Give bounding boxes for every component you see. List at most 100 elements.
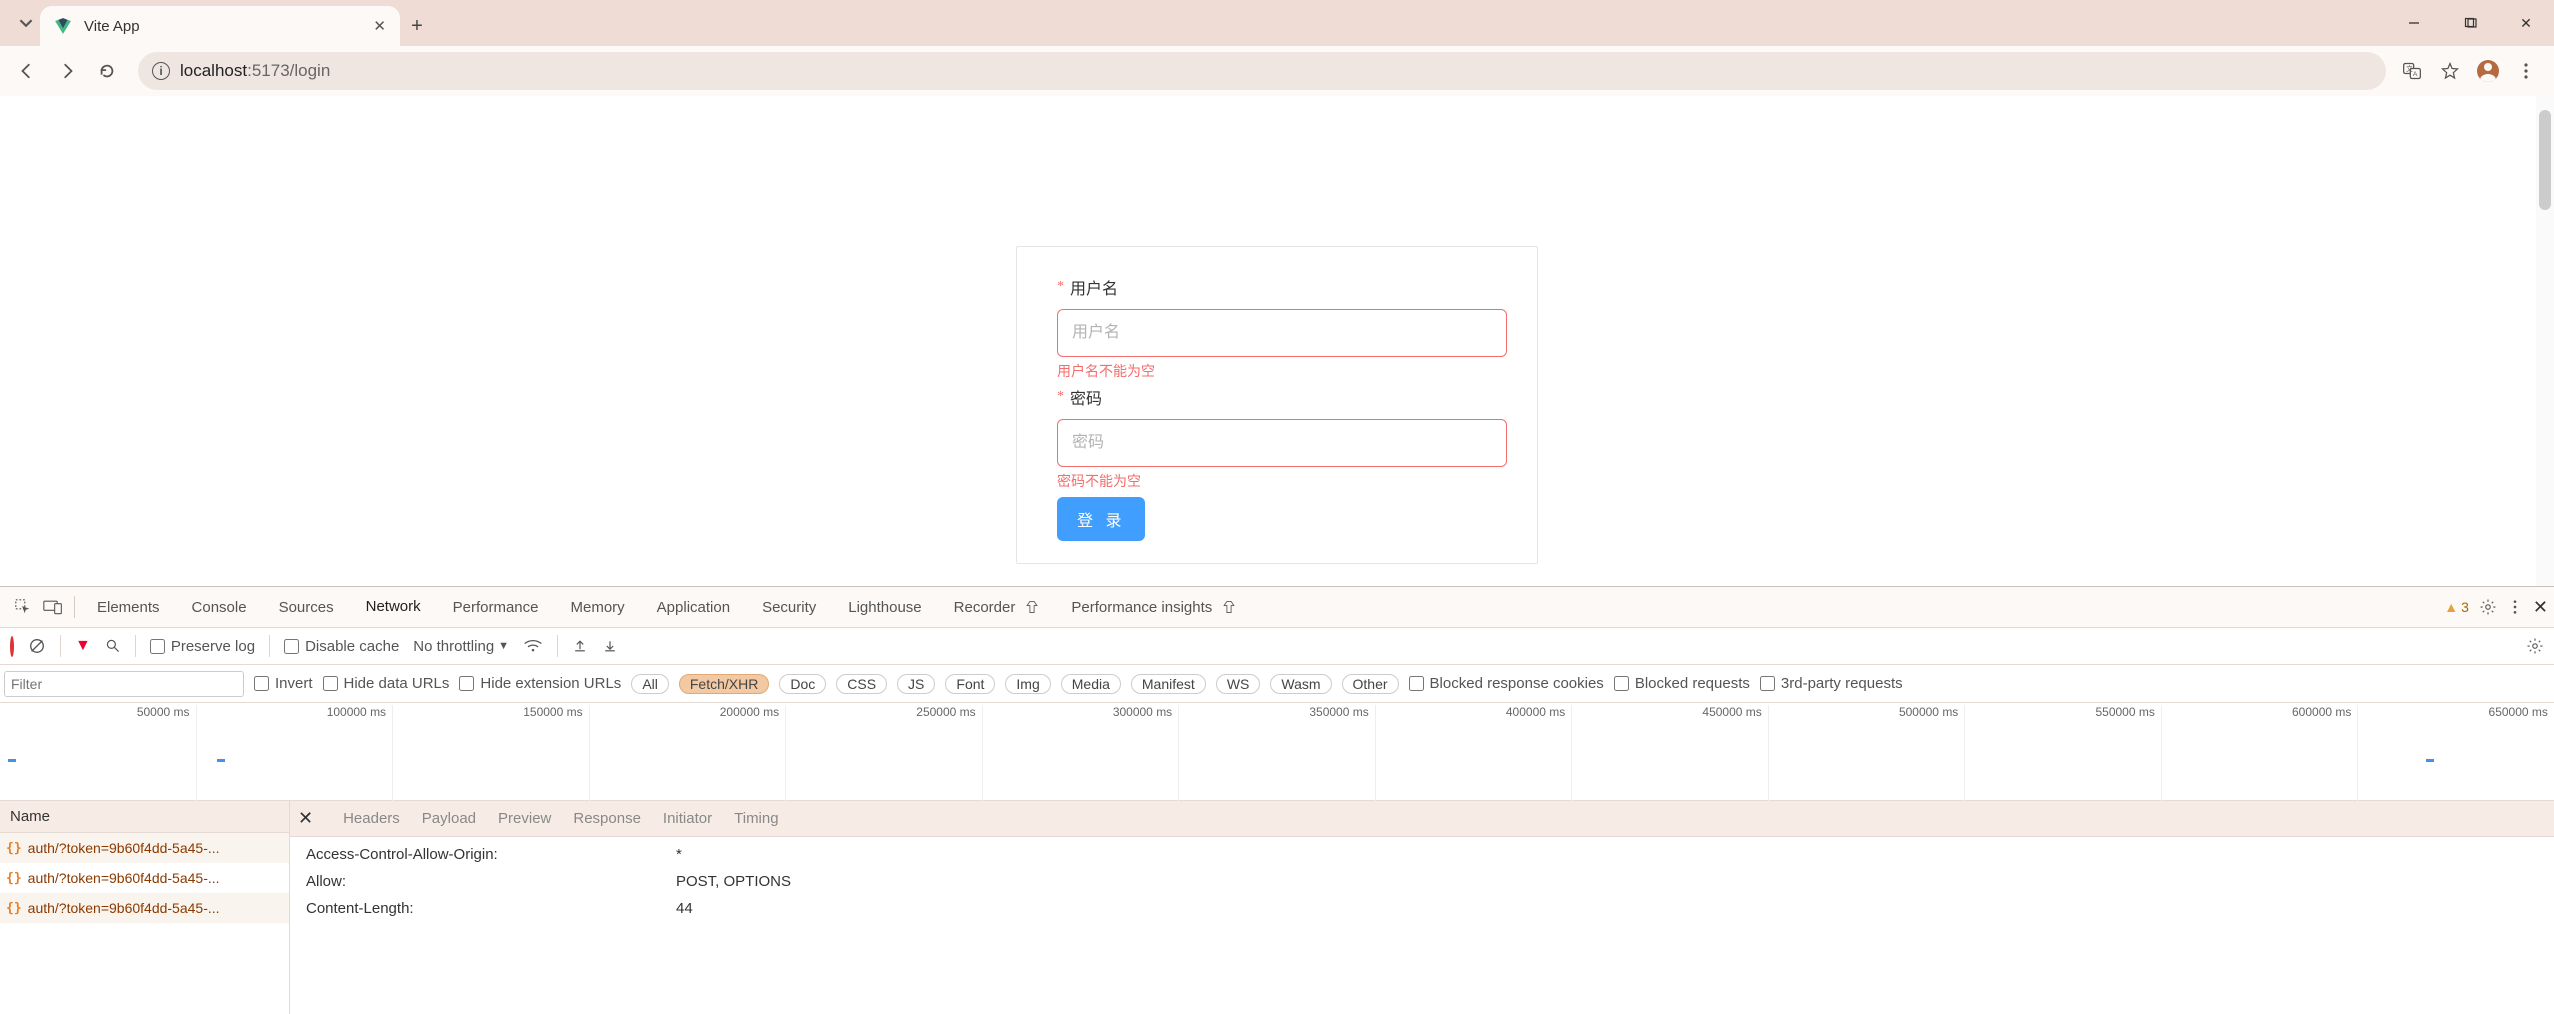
blocked-cookies-checkbox[interactable]: Blocked response cookies xyxy=(1409,675,1604,692)
bookmark-star-icon[interactable] xyxy=(2438,59,2462,83)
devtools-more-icon[interactable] xyxy=(2507,599,2523,615)
type-pill-js[interactable]: JS xyxy=(897,674,935,694)
window-controls: ✕ xyxy=(2386,0,2554,46)
detail-tab-initiator[interactable]: Initiator xyxy=(663,810,712,827)
maximize-button[interactable] xyxy=(2442,0,2498,46)
hide-data-urls-checkbox[interactable]: Hide data URLs xyxy=(323,675,450,692)
throttling-select[interactable]: No throttling ▼ xyxy=(413,638,509,655)
username-label: *用户名 xyxy=(1057,275,1497,299)
address-bar[interactable]: i localhost:5173/login xyxy=(138,52,2386,90)
type-pill-manifest[interactable]: Manifest xyxy=(1131,674,1206,694)
filter-toggle-icon[interactable]: ▼ xyxy=(75,637,91,655)
json-icon: {} xyxy=(6,901,22,916)
filter-input[interactable] xyxy=(4,671,244,697)
devtools-panel: Elements Console Sources Network Perform… xyxy=(0,586,2554,1014)
devtools-tab-network[interactable]: Network xyxy=(350,587,437,627)
type-pill-css[interactable]: CSS xyxy=(836,674,887,694)
tab-title: Vite App xyxy=(84,18,361,35)
detail-tab-payload[interactable]: Payload xyxy=(422,810,476,827)
warnings-count[interactable]: ▲3 xyxy=(2444,599,2469,615)
login-button[interactable]: 登 录 xyxy=(1057,497,1145,541)
type-pill-fetch-xhr[interactable]: Fetch/XHR xyxy=(679,674,769,694)
type-pill-all[interactable]: All xyxy=(631,674,669,694)
hide-extension-urls-checkbox[interactable]: Hide extension URLs xyxy=(459,675,621,692)
new-tab-button[interactable]: + xyxy=(400,6,434,46)
inspect-icon[interactable] xyxy=(8,592,38,622)
json-icon: {} xyxy=(6,841,22,856)
json-icon: {} xyxy=(6,871,22,886)
reload-button[interactable] xyxy=(90,54,124,88)
browser-toolbar: i localhost:5173/login 文A xyxy=(0,46,2554,96)
detail-tabs: ✕ Headers Payload Preview Response Initi… xyxy=(290,801,2554,837)
request-list: Name {}auth/?token=9b60f4dd-5a45-... {}a… xyxy=(0,801,290,1014)
device-toggle-icon[interactable] xyxy=(38,592,68,622)
site-info-icon[interactable]: i xyxy=(152,62,170,80)
devtools-close-icon[interactable]: ✕ xyxy=(2533,597,2548,618)
request-row[interactable]: {}auth/?token=9b60f4dd-5a45-... xyxy=(0,863,289,893)
back-button[interactable] xyxy=(10,54,44,88)
browser-tabstrip: Vite App ✕ + ✕ xyxy=(0,0,2554,46)
detail-tab-headers[interactable]: Headers xyxy=(343,810,400,827)
header-line: Content-Length:44 xyxy=(290,895,2554,922)
request-list-header[interactable]: Name xyxy=(0,801,289,833)
close-window-button[interactable]: ✕ xyxy=(2498,0,2554,46)
detail-tab-response[interactable]: Response xyxy=(573,810,641,827)
devtools-tab-console[interactable]: Console xyxy=(176,587,263,627)
password-label: *密码 xyxy=(1057,385,1497,409)
profile-avatar-icon[interactable] xyxy=(2476,59,2500,83)
browser-menu-icon[interactable] xyxy=(2514,59,2538,83)
type-pill-wasm[interactable]: Wasm xyxy=(1270,674,1331,694)
devtools-tab-application[interactable]: Application xyxy=(641,587,746,627)
login-card: *用户名 用户名不能为空 *密码 密码不能为空 登 录 xyxy=(1016,246,1538,564)
timeline-mark xyxy=(217,759,225,762)
type-pill-doc[interactable]: Doc xyxy=(779,674,826,694)
record-button[interactable] xyxy=(10,638,14,655)
network-toolbar: ▼ Preserve log Disable cache No throttli… xyxy=(0,627,2554,665)
devtools-tab-security[interactable]: Security xyxy=(746,587,832,627)
translate-icon[interactable]: 文A xyxy=(2400,59,2424,83)
devtools-tab-performance-insights[interactable]: Performance insights xyxy=(1055,587,1252,627)
disable-cache-checkbox[interactable]: Disable cache xyxy=(284,638,399,655)
third-party-checkbox[interactable]: 3rd-party requests xyxy=(1760,675,1903,692)
type-pill-img[interactable]: Img xyxy=(1005,674,1050,694)
devtools-settings-icon[interactable] xyxy=(2479,598,2497,616)
page-scrollbar[interactable] xyxy=(2536,96,2554,586)
type-pill-ws[interactable]: WS xyxy=(1216,674,1261,694)
browser-tab[interactable]: Vite App ✕ xyxy=(40,6,400,46)
header-line: Access-Control-Allow-Origin:* xyxy=(290,841,2554,868)
password-input[interactable] xyxy=(1057,419,1507,467)
devtools-tab-elements[interactable]: Elements xyxy=(81,587,176,627)
devtools-tab-recorder[interactable]: Recorder xyxy=(938,587,1056,627)
devtools-tab-memory[interactable]: Memory xyxy=(555,587,641,627)
search-icon[interactable] xyxy=(105,638,121,654)
preserve-log-checkbox[interactable]: Preserve log xyxy=(150,638,255,655)
type-pill-other[interactable]: Other xyxy=(1342,674,1399,694)
close-detail-icon[interactable]: ✕ xyxy=(298,808,313,829)
detail-tab-timing[interactable]: Timing xyxy=(734,810,778,827)
request-row[interactable]: {}auth/?token=9b60f4dd-5a45-... xyxy=(0,893,289,923)
clear-button[interactable] xyxy=(28,637,46,655)
password-error: 密码不能为空 xyxy=(1057,471,1497,491)
devtools-tab-performance[interactable]: Performance xyxy=(437,587,555,627)
type-pill-media[interactable]: Media xyxy=(1061,674,1121,694)
forward-button[interactable] xyxy=(50,54,84,88)
detail-tab-preview[interactable]: Preview xyxy=(498,810,551,827)
download-har-icon[interactable] xyxy=(602,638,618,654)
network-timeline[interactable]: 50000 ms 100000 ms 150000 ms 200000 ms 2… xyxy=(0,703,2554,801)
username-input[interactable] xyxy=(1057,309,1507,357)
minimize-button[interactable] xyxy=(2386,0,2442,46)
blocked-requests-checkbox[interactable]: Blocked requests xyxy=(1614,675,1750,692)
type-pill-font[interactable]: Font xyxy=(945,674,995,694)
close-tab-icon[interactable]: ✕ xyxy=(373,17,386,35)
devtools-tab-lighthouse[interactable]: Lighthouse xyxy=(832,587,937,627)
invert-checkbox[interactable]: Invert xyxy=(254,675,313,692)
upload-har-icon[interactable] xyxy=(572,638,588,654)
request-row[interactable]: {}auth/?token=9b60f4dd-5a45-... xyxy=(0,833,289,863)
username-error: 用户名不能为空 xyxy=(1057,361,1497,381)
devtools-tab-sources[interactable]: Sources xyxy=(263,587,350,627)
network-settings-icon[interactable] xyxy=(2526,637,2544,655)
headers-body: Access-Control-Allow-Origin:* Allow:POST… xyxy=(290,837,2554,1014)
wifi-icon[interactable] xyxy=(523,638,543,654)
tab-search-chevron[interactable] xyxy=(12,0,40,46)
network-filter-row: Invert Hide data URLs Hide extension URL… xyxy=(0,665,2554,703)
